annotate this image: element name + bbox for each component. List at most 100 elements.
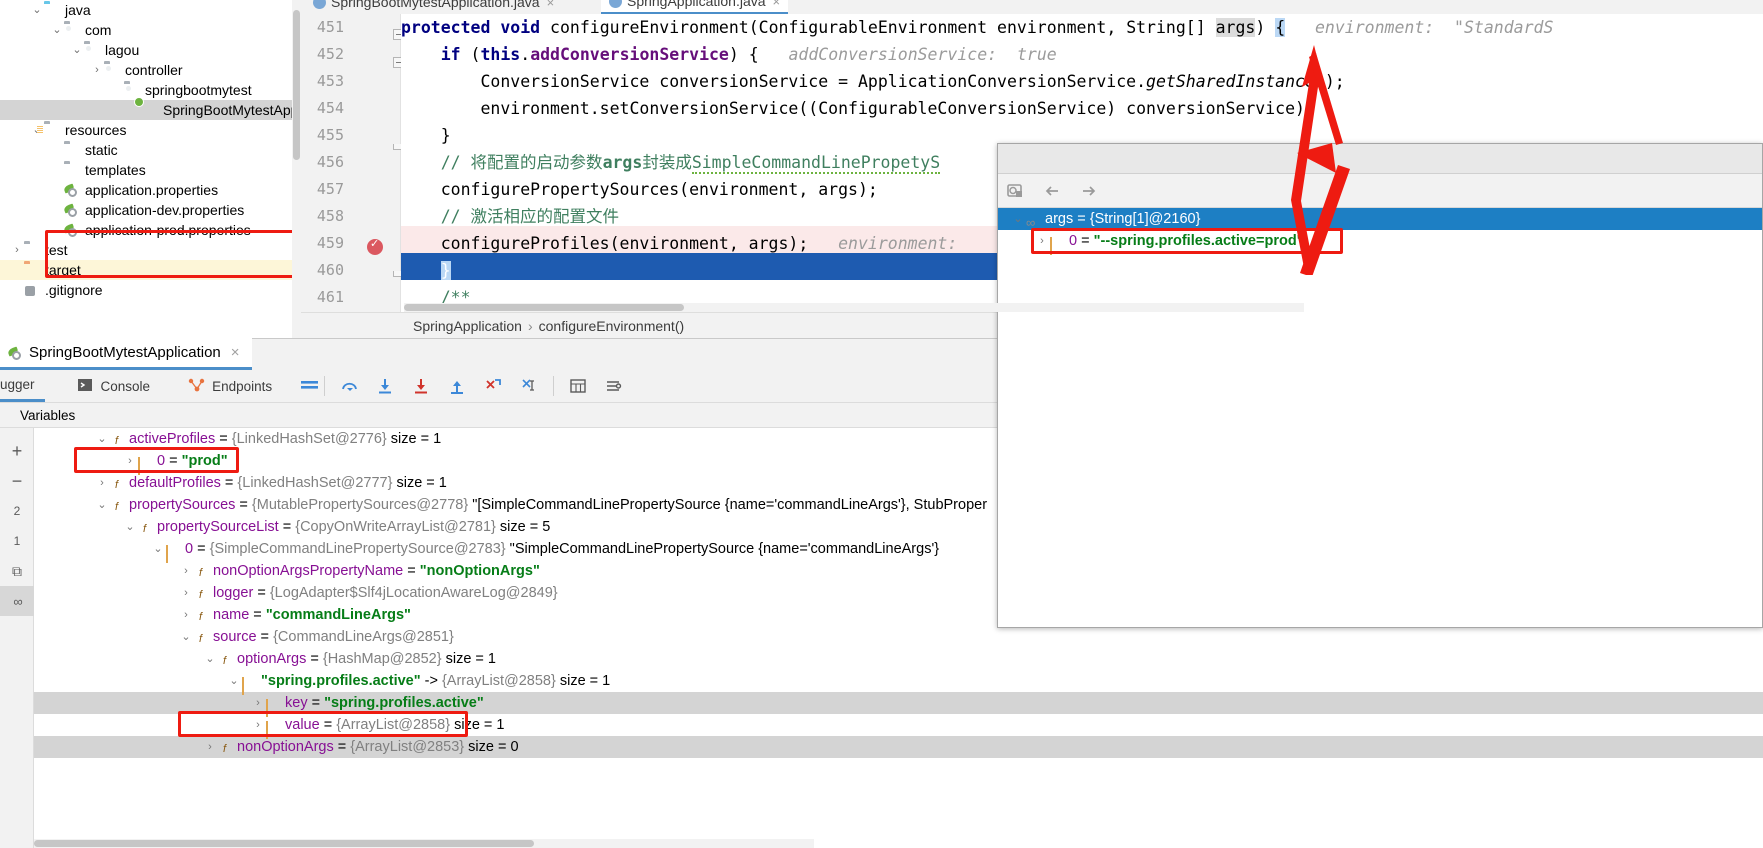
project-tree-item[interactable]: ⌄resources (0, 120, 300, 140)
tree-twisty-icon[interactable]: › (122, 450, 138, 472)
variable-row[interactable]: › value = {ArrayList@2858} size = 1 (34, 714, 1763, 739)
tree-twisty-icon[interactable]: › (1034, 230, 1050, 252)
tree-twisty-icon[interactable]: ⌄ (94, 494, 110, 516)
code-line[interactable]: configureProfiles(environment, args); en… (401, 230, 958, 257)
tree-twisty-icon[interactable]: › (250, 714, 266, 736)
variable-text: name = "commandLineArgs" (213, 607, 411, 623)
run-to-cursor-icon[interactable] (520, 377, 538, 395)
code-line[interactable]: // 将配置的启动参数args封装成SimpleCommandLinePrope… (401, 149, 941, 176)
editor-hscrollbar[interactable] (404, 303, 1304, 312)
forward-arrow-icon[interactable] (1078, 181, 1100, 201)
close-icon[interactable]: × (231, 344, 240, 361)
close-icon[interactable]: × (547, 0, 555, 10)
code-line[interactable]: } (401, 257, 451, 284)
tree-twisty-icon[interactable]: ⌄ (50, 20, 64, 40)
project-tree-item[interactable]: › test (0, 240, 300, 260)
tree-twisty-icon[interactable]: ⌄ (30, 0, 44, 20)
back-arrow-icon[interactable] (1042, 181, 1064, 201)
evaluate-expression-icon[interactable] (569, 377, 587, 395)
project-tree-item[interactable]: application.properties (0, 180, 300, 200)
copy-value-button[interactable]: ⧉ (0, 556, 34, 586)
console-tab-label: Console (100, 378, 151, 394)
inspect-row[interactable]: › 0 = "--spring.profiles.active=prod" (998, 230, 1762, 255)
step-over-icon[interactable] (340, 377, 358, 395)
editor-tab-springbootmytestapplication[interactable]: SpringBootMytestApplication.java × (313, 0, 554, 14)
run-configuration-tab[interactable]: SpringBootMytestApplication × (0, 338, 252, 370)
camera-icon[interactable] (1006, 181, 1028, 201)
project-tree-item-label: application-dev.properties (85, 202, 245, 218)
code-line[interactable]: ConversionService conversionService = Ap… (401, 68, 1344, 95)
project-tree-item[interactable]: springbootmytest (0, 80, 300, 100)
project-tree-item-label: .gitignore (45, 282, 103, 298)
project-tree-item[interactable]: .gitignore (0, 280, 300, 300)
project-tree-item[interactable]: ⌄ com (0, 20, 300, 40)
tree-twisty-icon[interactable]: ⌄ (150, 538, 166, 560)
project-tree-panel[interactable]: ⌄ java ⌄ com ⌄ lagou › controller springbootmyte… (0, 0, 301, 338)
project-tree-scrollbar[interactable] (292, 0, 301, 338)
remove-watch-button[interactable]: − (0, 466, 34, 496)
force-step-into-icon[interactable] (412, 377, 430, 395)
inspect-row[interactable]: ⌄ ∞ args = {String[1]@2160} (998, 208, 1762, 230)
project-tree-item[interactable]: ⌄ lagou (0, 40, 300, 60)
show-frames-icon[interactable] (300, 377, 319, 395)
tree-twisty-icon[interactable]: ⌄ (94, 428, 110, 450)
project-tree-item[interactable]: templates (0, 160, 300, 180)
list-icon (242, 674, 257, 695)
tree-twisty-icon[interactable]: › (178, 560, 194, 582)
tree-twisty-icon[interactable]: › (178, 604, 194, 626)
variables-hscrollbar[interactable] (34, 839, 814, 848)
project-tree-item[interactable]: application-prod.properties (0, 220, 300, 240)
tab-endpoints[interactable]: Endpoints (178, 370, 282, 402)
variable-inspect-popup[interactable]: ⌄ ∞ args = {String[1]@2160} › 0 = "--spring.… (997, 143, 1763, 628)
variable-row[interactable]: ⌄ optionArgs = {HashMap@2852} size = 1 (34, 648, 1763, 670)
popup-toolbar[interactable] (998, 174, 1762, 208)
editor-tab-bar[interactable]: SpringBootMytestApplication.java × Sprin… (301, 0, 1763, 14)
code-line[interactable]: } (401, 122, 451, 149)
code-line[interactable]: if (this.addConversionService) { addConv… (401, 41, 1057, 68)
project-tree-item[interactable]: target (0, 260, 300, 280)
project-tree-item[interactable]: application-dev.properties (0, 200, 300, 220)
add-watch-button[interactable]: + (0, 436, 34, 466)
tree-twisty-icon[interactable]: › (250, 692, 266, 714)
tab-console[interactable]: Console (67, 370, 161, 402)
code-line[interactable]: configurePropertySources(environment, ar… (401, 176, 878, 203)
variable-row[interactable]: › nonOptionArgs = {ArrayList@2853} size =… (34, 736, 1763, 758)
breadcrumb-class[interactable]: SpringApplication (413, 318, 522, 334)
step-into-icon[interactable] (376, 377, 394, 395)
tree-twisty-icon[interactable]: › (10, 240, 24, 260)
tab-debugger[interactable]: ugger (0, 370, 45, 402)
step-out-icon[interactable] (448, 377, 466, 395)
variable-row[interactable]: ⌄ "spring.profiles.active" -> {ArrayList@… (34, 670, 1763, 695)
watch-icon[interactable]: ∞ (0, 586, 34, 616)
code-line[interactable]: environment.setConversionService((Config… (401, 95, 1314, 122)
code-line[interactable]: protected void configureEnvironment(Conf… (401, 14, 1553, 41)
breadcrumb-method[interactable]: configureEnvironment() (539, 318, 685, 334)
variable-row[interactable]: ⌄ source = {CommandLineArgs@2851} (34, 626, 1763, 648)
tree-twisty-icon[interactable]: › (94, 472, 110, 494)
drop-frame-icon[interactable] (484, 377, 502, 395)
breakpoint-icon[interactable] (367, 237, 383, 255)
editor-gutter[interactable]: 451452453454455456457458459460461462 (301, 14, 404, 312)
tree-twisty-icon[interactable]: ⌄ (1010, 208, 1026, 230)
settings-icon[interactable] (605, 377, 623, 395)
endpoints-tab-label: Endpoints (212, 378, 273, 394)
code-line[interactable]: // 激活相应的配置文件 (401, 203, 619, 230)
tree-twisty-icon[interactable]: › (178, 582, 194, 604)
project-tree-item[interactable]: › controller (0, 60, 300, 80)
project-tree-item[interactable]: static (0, 140, 300, 160)
variable-row[interactable]: › key = "spring.profiles.active" (34, 692, 1763, 717)
editor-tab-springapplication[interactable]: SpringApplication.java × (601, 0, 789, 14)
tree-twisty-icon[interactable]: ⌄ (226, 670, 242, 692)
tree-twisty-icon[interactable]: ⌄ (122, 516, 138, 538)
close-icon[interactable]: × (773, 0, 781, 9)
tree-twisty-icon[interactable]: ⌄ (178, 626, 194, 648)
project-tree-item[interactable]: ⌄ java (0, 0, 300, 20)
tree-twisty-icon[interactable]: ⌄ (70, 40, 84, 60)
tree-twisty-icon[interactable]: ⌄ (202, 648, 218, 670)
list-icon (138, 454, 153, 475)
watches-rail[interactable]: + − 2 1 ⧉ ∞ (0, 428, 34, 848)
tree-twisty-icon[interactable]: › (202, 736, 218, 758)
tree-twisty-icon[interactable]: › (90, 60, 104, 80)
project-tree-item[interactable]: SpringBootMytestApplication (0, 100, 300, 120)
popup-title-bar[interactable] (998, 144, 1762, 174)
